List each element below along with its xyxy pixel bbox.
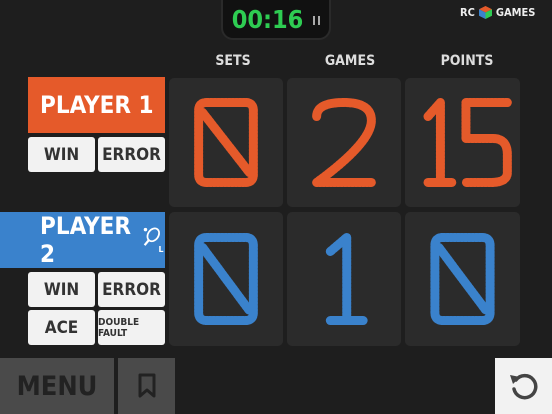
player1-win-button[interactable]: WIN	[28, 137, 95, 172]
player2-error-button[interactable]: ERROR	[98, 272, 165, 307]
player1-games-tile	[287, 78, 401, 207]
undo-icon	[509, 373, 537, 400]
column-header-points: POINTS	[440, 53, 494, 69]
player1-games-digits	[312, 98, 376, 187]
player2-games-tile	[287, 212, 401, 346]
score-digit-stroke	[461, 98, 512, 187]
undo-button[interactable]	[495, 358, 552, 414]
player1-banner[interactable]: PLAYER 1	[28, 77, 165, 133]
brand-logo: RC GAMES	[460, 2, 535, 22]
match-timer[interactable]: 00:16	[221, 0, 331, 40]
score-digit-stroke	[198, 108, 254, 177]
score-digit-stroke	[312, 98, 376, 187]
player1-name: PLAYER 1	[40, 91, 154, 119]
player2-points-tile	[405, 212, 520, 346]
player1-points-tile	[405, 78, 520, 207]
menu-button[interactable]: MENU	[0, 358, 114, 414]
score-digit-stroke	[198, 242, 254, 316]
bookmark-button[interactable]	[118, 358, 175, 414]
player2-banner[interactable]: PLAYER 2 L	[0, 212, 165, 268]
bookmark-icon	[138, 373, 155, 398]
pause-icon[interactable]	[313, 15, 321, 25]
serve-side-label: L	[159, 245, 164, 254]
player1-sets-tile	[169, 78, 283, 207]
score-digit-stroke	[423, 98, 445, 187]
brand-right: GAMES	[495, 5, 536, 19]
column-header-sets: SETS	[215, 53, 251, 69]
score-digit-stroke	[325, 232, 352, 326]
player2-win-button[interactable]: WIN	[28, 272, 95, 307]
player2-sets-digits	[194, 232, 258, 326]
player1-points-digits	[423, 98, 512, 187]
player2-games-digits	[325, 232, 368, 326]
player2-name: PLAYER 2	[40, 212, 132, 268]
tennis-racket-icon: L	[144, 227, 164, 254]
timer-text: 00:16	[231, 4, 304, 34]
column-header-games: GAMES	[324, 53, 376, 69]
player2-ace-button[interactable]: ACE	[28, 310, 95, 345]
player2-sets-tile	[169, 212, 283, 346]
player2-double-fault-button[interactable]: DOUBLE FAULT	[98, 310, 165, 345]
player2-points-digits	[430, 232, 495, 326]
player1-sets-digits	[194, 98, 258, 187]
cube-icon	[478, 5, 492, 19]
score-digit-stroke	[434, 242, 491, 316]
player1-error-button[interactable]: ERROR	[98, 137, 165, 172]
brand-left: RC	[460, 5, 475, 19]
